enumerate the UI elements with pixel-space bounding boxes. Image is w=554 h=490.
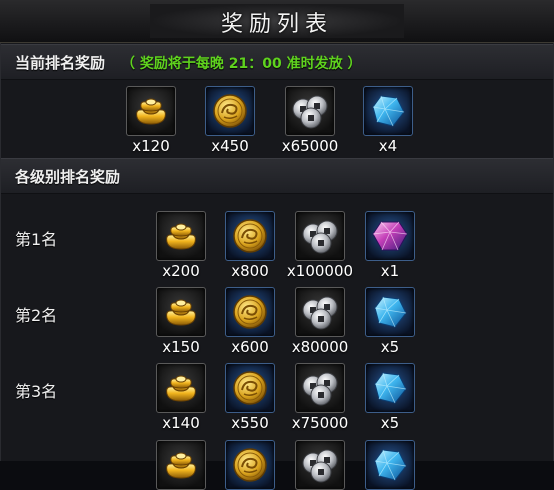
rank-label: 第1名	[15, 230, 58, 249]
reward-quantity: x450	[211, 137, 249, 155]
reward-item[interactable]	[295, 211, 345, 261]
reward-item[interactable]	[365, 363, 415, 413]
reward-quantity: x65000	[281, 137, 339, 155]
title-bar: 奖励列表	[0, 0, 554, 43]
reward-time-note: （ 奖励将于每晚 21：00 准时发放 ）	[121, 56, 362, 72]
rank-label: 第2名	[15, 306, 58, 325]
reward-quantity: x5	[380, 414, 400, 432]
reward-item[interactable]	[363, 86, 413, 136]
reward-item[interactable]	[225, 211, 275, 261]
reward-quantity: x120	[132, 137, 170, 155]
reward-item[interactable]	[365, 287, 415, 337]
reward-item[interactable]	[205, 86, 255, 136]
current-reward-header: 当前排名奖励 （ 奖励将于每晚 21：00 准时发放 ）	[1, 44, 553, 80]
reward-quantity: x4	[378, 137, 398, 155]
reward-item-partial[interactable]	[365, 440, 415, 490]
reward-item-partial[interactable]	[225, 440, 275, 490]
reward-item[interactable]	[285, 86, 335, 136]
current-reward-heading: 当前排名奖励	[15, 54, 106, 72]
reward-quantity: x5	[380, 338, 400, 356]
reward-item[interactable]	[156, 211, 206, 261]
page-title: 奖励列表	[220, 12, 333, 37]
reward-item[interactable]	[365, 211, 415, 261]
reward-panel[interactable]: 当前排名奖励 （ 奖励将于每晚 21：00 准时发放 ） 各级别排名奖励 x12…	[0, 43, 554, 490]
reward-item[interactable]	[295, 363, 345, 413]
rank-label: 第3名	[15, 382, 58, 401]
reward-item[interactable]	[126, 86, 176, 136]
reward-item-partial[interactable]	[295, 440, 345, 490]
reward-item[interactable]	[156, 363, 206, 413]
reward-quantity: x1	[380, 262, 400, 280]
reward-item-partial[interactable]	[156, 440, 206, 490]
reward-item[interactable]	[295, 287, 345, 337]
reward-item[interactable]	[156, 287, 206, 337]
tier-reward-header: 各级别排名奖励	[1, 158, 553, 194]
reward-item[interactable]	[225, 287, 275, 337]
reward-item[interactable]	[225, 363, 275, 413]
tier-reward-heading: 各级别排名奖励	[15, 168, 121, 186]
